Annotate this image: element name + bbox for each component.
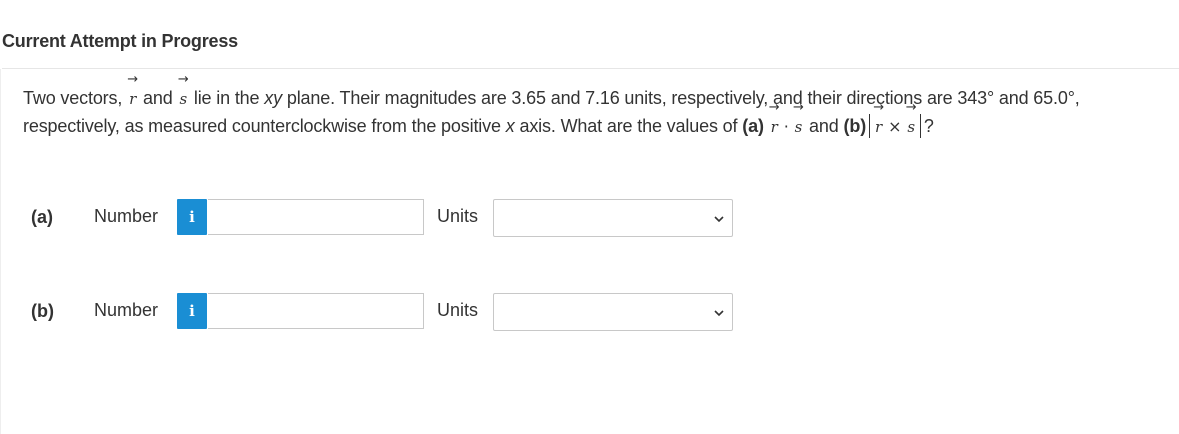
question-xy: xy [264, 88, 282, 108]
vector-r: → r [769, 101, 780, 141]
vector-arrow-icon: → [905, 100, 917, 115]
vector-r: → r [127, 73, 138, 113]
chevron-down-icon [714, 216, 724, 223]
question-mark: ? [923, 116, 934, 136]
vector-s-symbol: s [907, 118, 915, 136]
abs-bar-left [869, 114, 871, 138]
vector-r: → r [873, 101, 884, 141]
vector-arrow-icon: → [768, 100, 780, 115]
units-select-a[interactable] [493, 199, 733, 237]
vector-s-symbol: s [179, 90, 187, 108]
number-input-a[interactable] [208, 199, 424, 235]
vector-s: → s [905, 101, 917, 141]
units-label: Units [437, 206, 479, 226]
number-input-b[interactable] [208, 293, 424, 329]
vector-arrow-icon: → [793, 100, 804, 115]
dot-operator: · [783, 117, 789, 136]
question-fragment: and [142, 88, 173, 108]
attempt-status-title: Current Attempt in Progress [2, 31, 238, 51]
vector-arrow-icon: → [127, 72, 138, 87]
question-fragment: lie in the [193, 88, 260, 108]
abs-bar-right [919, 114, 921, 138]
question-fragment: and [809, 116, 839, 136]
number-label: Number [94, 206, 159, 226]
question-part-b: (b) [843, 116, 867, 136]
part-label: (a) [31, 207, 53, 227]
question-text: Two vectors, → r and → s lie in the xy pla… [23, 73, 1163, 141]
vector-arrow-icon: → [177, 72, 189, 87]
vector-r-symbol: r [875, 118, 883, 136]
question-part-a: (a) [742, 116, 764, 136]
info-icon[interactable]: i [177, 199, 207, 235]
header-divider [2, 68, 1179, 69]
cross-operator: × [888, 117, 902, 136]
vector-arrow-icon: → [873, 100, 884, 115]
units-label: Units [437, 300, 479, 320]
question-fragment: axis. What are the values of [519, 116, 738, 136]
units-select-b[interactable] [493, 293, 733, 331]
chevron-down-icon [714, 310, 724, 317]
question-fragment: Two vectors, [23, 88, 123, 108]
part-label: (b) [31, 301, 54, 321]
number-label: Number [94, 300, 159, 320]
vector-s: → s [793, 101, 805, 141]
vector-r-symbol: r [129, 90, 137, 108]
assignment-page: Current Attempt in Progress Two vectors,… [0, 0, 1179, 434]
vector-r-symbol: r [770, 118, 778, 136]
question-x: x [505, 116, 515, 136]
vector-s: → s [177, 73, 189, 113]
info-icon[interactable]: i [177, 293, 207, 329]
content-left-border [0, 69, 1, 434]
vector-s-symbol: s [794, 118, 803, 136]
